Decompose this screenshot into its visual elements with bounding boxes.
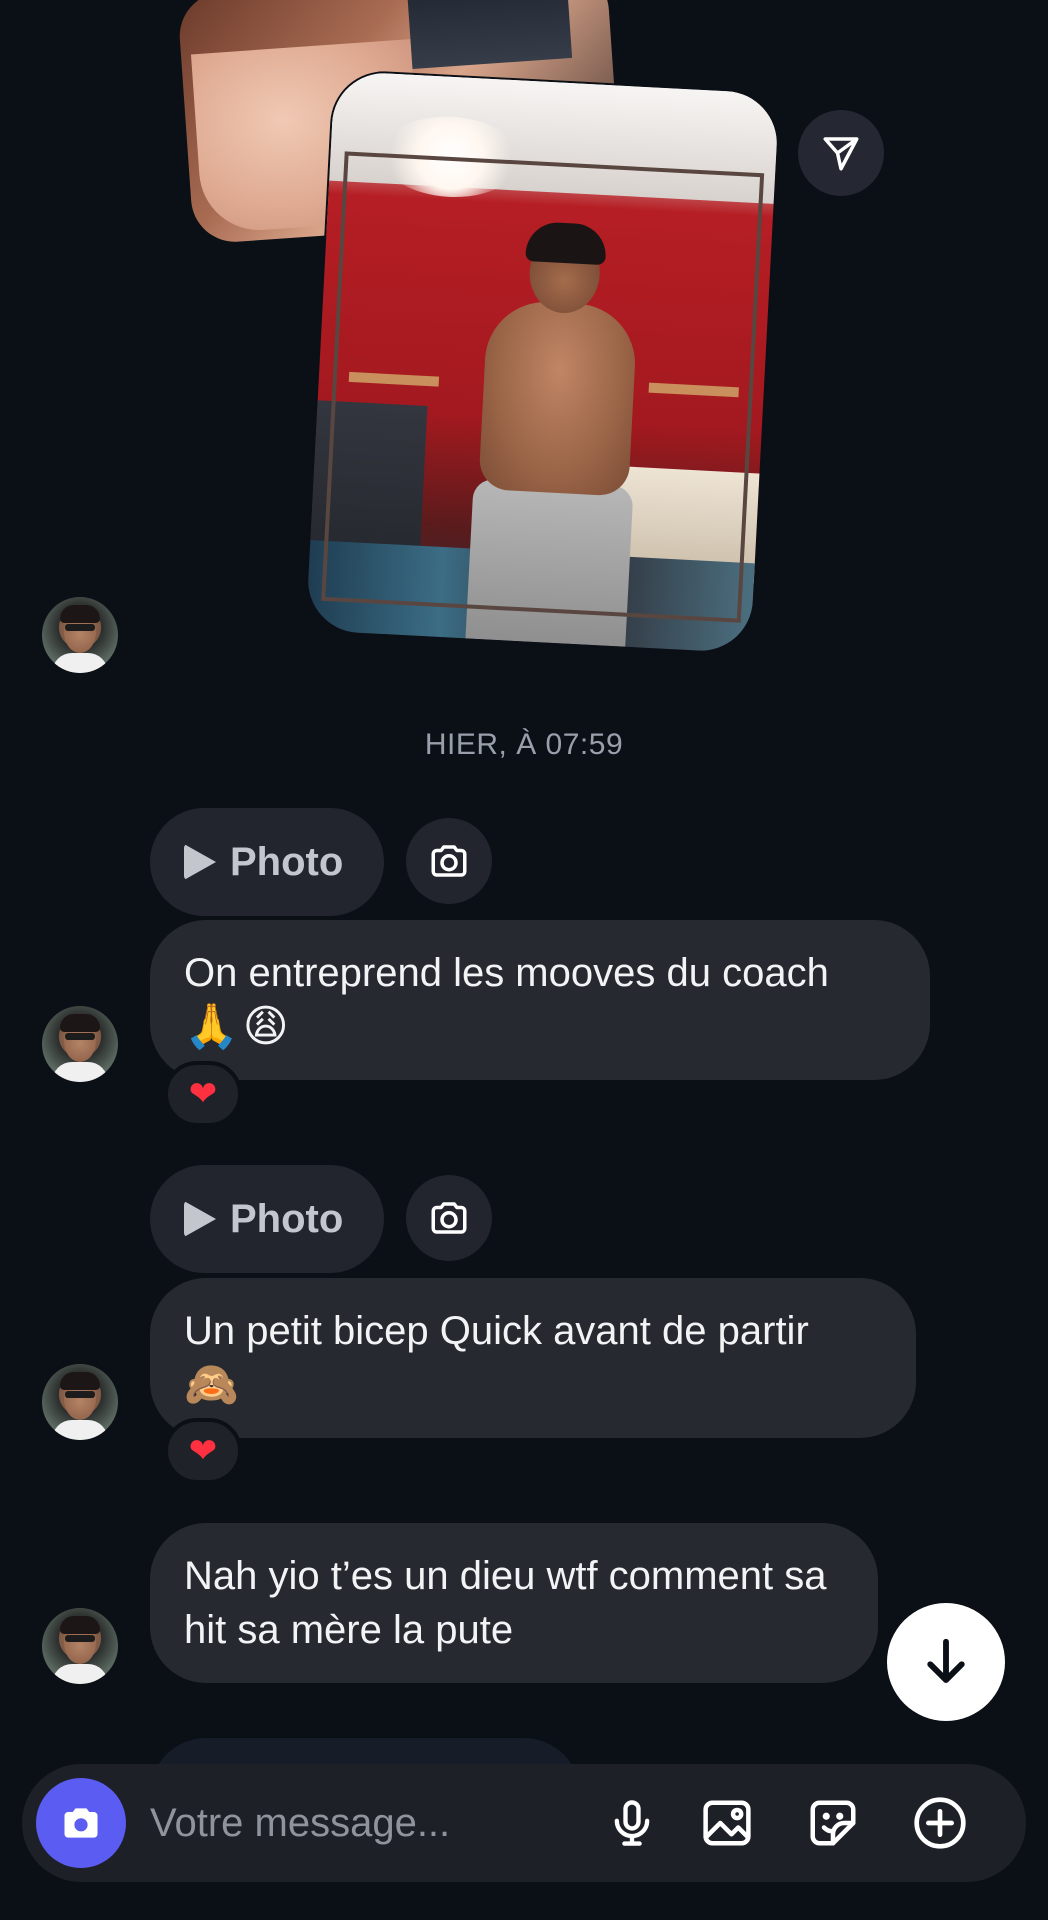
message-text: On entreprend les mooves du coach	[184, 951, 829, 995]
photo-content	[321, 151, 765, 623]
camera-icon	[431, 1202, 467, 1234]
avatar[interactable]	[42, 1608, 118, 1684]
avatar-part	[52, 1062, 108, 1082]
avatar-part	[60, 605, 100, 623]
play-icon	[184, 844, 216, 880]
avatar-part	[60, 1616, 100, 1634]
avatar-part	[65, 1033, 95, 1040]
message-timestamp: HIER, À 07:59	[424, 728, 624, 761]
reply-preview-photo[interactable]: Photo	[150, 808, 384, 936]
reply-label: Photo	[230, 1196, 344, 1241]
scroll-to-bottom-button[interactable]	[887, 1603, 1005, 1721]
image-icon	[703, 1800, 751, 1846]
sticker-button[interactable]	[801, 1791, 865, 1855]
avatar[interactable]	[42, 1364, 118, 1440]
avatar-part	[52, 1420, 108, 1440]
arrow-down-icon	[927, 1638, 965, 1683]
photo-content	[406, 0, 573, 70]
avatar-part	[52, 1664, 108, 1684]
avatar-part	[52, 653, 108, 673]
message-bubble[interactable]: On entreprend les mooves du coach 🙏😩	[150, 920, 930, 1080]
avatar-part	[60, 1014, 100, 1032]
plus-circle-icon	[914, 1797, 966, 1849]
reaction-heart[interactable]: ❤	[164, 1061, 242, 1127]
view-photo-button[interactable]	[406, 818, 492, 904]
camera-button[interactable]	[36, 1778, 126, 1868]
message-bubble[interactable]: Nah yio t’es un dieu wtf comment sa hit …	[150, 1523, 878, 1683]
more-options-button[interactable]	[908, 1791, 972, 1855]
avatar-part	[65, 624, 95, 631]
avatar-part	[60, 1372, 100, 1390]
avatar[interactable]	[42, 597, 118, 673]
view-photo-button[interactable]	[406, 1175, 492, 1261]
gallery-button[interactable]	[695, 1791, 759, 1855]
send-icon	[823, 137, 859, 171]
shared-photo-mirror-selfie[interactable]	[305, 70, 780, 654]
avatar-part	[65, 1391, 95, 1398]
reply-label: Photo	[230, 839, 344, 884]
share-button[interactable]	[798, 110, 884, 196]
avatar[interactable]	[42, 1006, 118, 1082]
message-emoji: 🙏😩	[184, 1002, 293, 1051]
reaction-heart[interactable]: ❤	[164, 1418, 242, 1484]
camera-icon	[64, 1808, 98, 1838]
reply-preview-photo[interactable]: Photo	[150, 1165, 384, 1293]
avatar-part	[65, 1635, 95, 1642]
message-input[interactable]	[150, 1788, 590, 1858]
message-text: Nah yio t’es un dieu wtf comment sa hit …	[184, 1554, 827, 1652]
sticker-icon	[810, 1800, 856, 1846]
message-bubble[interactable]: Un petit bicep Quick avant de partir 🙈	[150, 1278, 916, 1438]
microphone-icon	[614, 1800, 650, 1846]
camera-icon	[431, 845, 467, 877]
message-composer	[22, 1764, 1026, 1882]
voice-message-button[interactable]	[600, 1791, 664, 1855]
play-icon	[184, 1201, 216, 1237]
message-emoji: 🙈	[184, 1360, 243, 1409]
message-text: Un petit bicep Quick avant de partir	[184, 1309, 809, 1353]
